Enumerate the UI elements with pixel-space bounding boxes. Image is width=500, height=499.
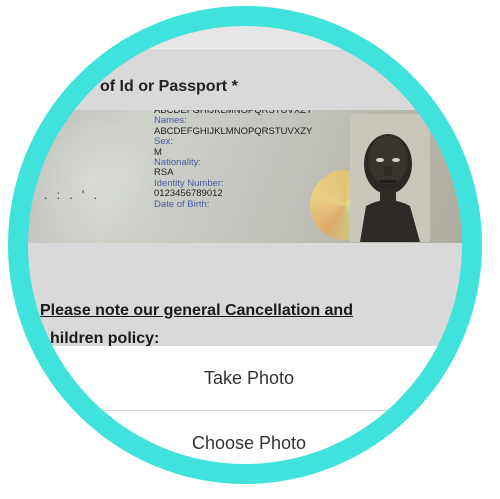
- id-field-label: Sex:: [154, 136, 174, 148]
- id-document-dots: . : . ' .: [44, 188, 100, 202]
- take-photo-button[interactable]: Take Photo: [22, 346, 476, 410]
- id-document-image: . : . ' . ABCDEFGHIJKLMNOPQRSTUVXZY Names…: [22, 110, 462, 243]
- id-field-label: Nationality:: [154, 157, 201, 169]
- id-field-value: ABCDEFGHIJKLMNOPQRSTUVXZY: [154, 125, 313, 137]
- policy-link[interactable]: Please note our general Cancellation and: [40, 296, 353, 326]
- id-field-label: Date of Birth:: [154, 198, 210, 210]
- watermark: [22, 120, 172, 240]
- id-upload-field-label: of Id or Passport *: [100, 78, 238, 95]
- choose-photo-button[interactable]: Choose Photo: [22, 411, 476, 475]
- previous-field-strip: [22, 20, 476, 51]
- id-document-fields: ABCDEFGHIJKLMNOPQRSTUVXZY Names: ABCDEFGHI…: [154, 110, 312, 210]
- magnifier-lens: of Id or Passport * . : . ' . ABCDEFGHIJ…: [22, 20, 476, 478]
- photo-action-sheet: Take Photo Choose Photo: [22, 346, 476, 478]
- magnified-screen: of Id or Passport * . : . ' . ABCDEFGHIJ…: [0, 0, 500, 499]
- id-portrait: [350, 114, 430, 242]
